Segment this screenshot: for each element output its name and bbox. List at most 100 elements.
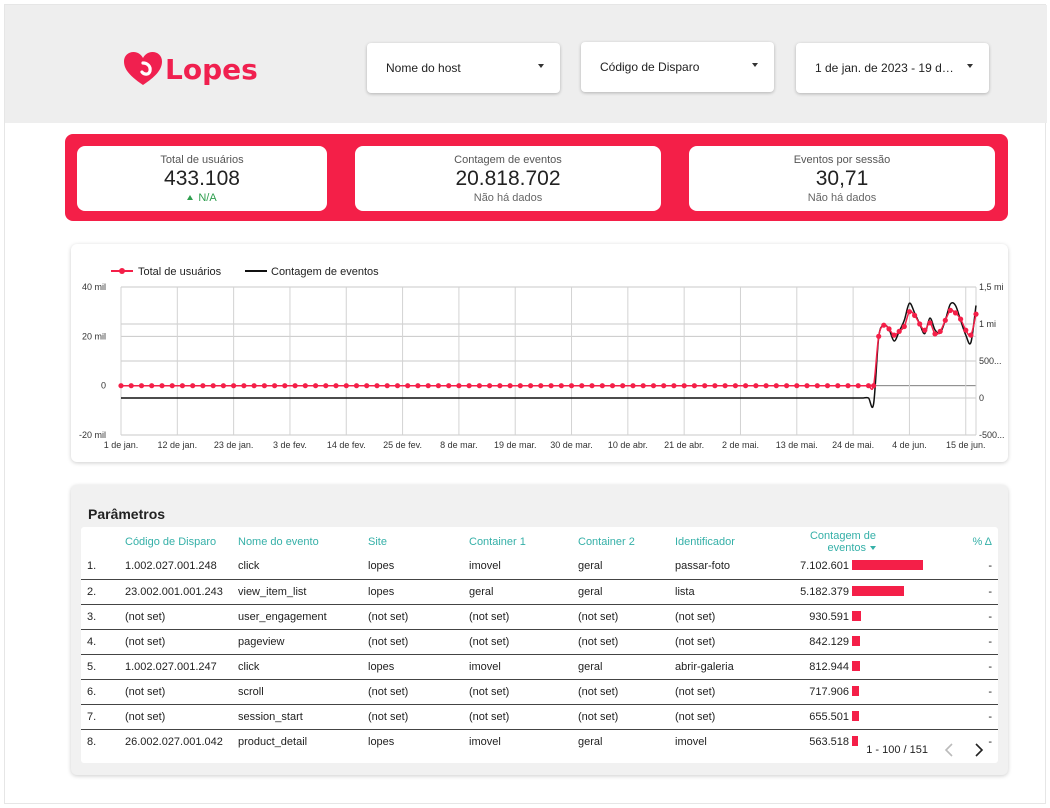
data-point-total-users [640, 383, 646, 389]
next-page-button[interactable] [970, 741, 988, 759]
cell-site: lopes [368, 579, 469, 605]
data-point-total-users [415, 383, 421, 389]
parameters-table: Código de Disparo Nome do evento Site Co… [81, 527, 999, 763]
data-point-total-users [497, 383, 503, 389]
x-tick-label: 25 de fev. [383, 440, 422, 450]
header-identifier[interactable]: Identificador [675, 527, 769, 554]
data-point-total-users [579, 383, 585, 389]
table-row[interactable]: 4. (not set) pageview (not set) (not set) (no… [81, 629, 999, 655]
x-tick-label: 23 de jan. [214, 440, 254, 450]
data-point-total-users [922, 327, 928, 333]
cell-container-1: imovel [469, 654, 578, 680]
table-row[interactable]: 1. 1.002.027.001.248 click lopes imovel geral… [81, 554, 999, 580]
trigger-code-filter-dropdown[interactable]: Código de Disparo [581, 42, 774, 92]
table-row[interactable]: 6. (not set) scroll (not set) (not set) (not … [81, 679, 999, 705]
cell-container-1: geral [469, 579, 578, 605]
row-index: 7. [81, 704, 125, 730]
data-point-total-users [824, 383, 831, 389]
table-row[interactable]: 7. (not set) session_start (not set) (not se… [81, 704, 999, 730]
x-tick-label: 15 de jun. [946, 440, 986, 450]
y-left-tick-label: 40 mil [82, 282, 106, 292]
time-series-chart-svg: 1 de jan. 12 de jan. 23 de jan. 3 de fev. 14… [79, 266, 1005, 450]
kpi-event-count: Contagem de eventos 20.818.702 Não há da… [355, 146, 661, 211]
table-row[interactable]: 3. (not set) user_engagement (not set) (not … [81, 604, 999, 630]
cell-container-2: (not set) [578, 629, 675, 655]
x-tick-label: 19 de mar. [494, 440, 537, 450]
cell-container-1: (not set) [469, 679, 578, 705]
data-point-total-users [661, 383, 667, 389]
cell-event-name: scroll [238, 679, 368, 705]
series-line-total-users [121, 309, 977, 391]
cell-site: (not set) [368, 629, 469, 655]
data-point-total-users [881, 322, 887, 328]
data-point-total-users [891, 332, 897, 338]
data-point-total-users [425, 383, 431, 389]
header-trigger-code[interactable]: Código de Disparo [125, 527, 238, 554]
data-point-total-users [128, 383, 134, 389]
host-filter-dropdown[interactable]: Nome do host [367, 43, 560, 93]
data-point-total-users [753, 383, 759, 389]
data-point-total-users [963, 327, 969, 333]
cell-identifier: passar-foto [675, 554, 769, 580]
event-count-bar [852, 585, 904, 596]
x-tick-label: 1 de jan. [104, 440, 139, 450]
parameters-table-card: Parâmetros Código de Disparo Nome do eve… [71, 485, 1008, 775]
table-row[interactable]: 8. 26.002.027.001.042 product_detail lopes i… [81, 729, 998, 754]
x-tick-label: 4 de jun. [892, 440, 927, 450]
cell-trigger-code: (not set) [125, 629, 238, 655]
chevron-left-icon [944, 743, 953, 757]
kpi-value: 30,71 [815, 167, 869, 190]
data-point-total-users [507, 383, 513, 389]
data-point-total-users [942, 317, 948, 323]
time-series-chart[interactable]: 1 de jan. 12 de jan. 23 de jan. 3 de fev. 14… [71, 244, 1008, 462]
data-point-total-users [973, 311, 979, 317]
data-point-total-users [405, 383, 411, 389]
cell-event-count: 7.102.601 [769, 554, 849, 580]
arrow-up-icon [187, 195, 194, 200]
data-point-total-users [589, 383, 595, 389]
data-point-total-users [446, 383, 452, 389]
data-point-total-users [456, 383, 462, 389]
bar-track [852, 610, 937, 621]
data-point-total-users [599, 383, 605, 389]
data-point-total-users [932, 331, 938, 337]
event-count-bar [852, 710, 859, 721]
cell-container-1: imovel [469, 735, 501, 748]
kpi-comparison-text: N/A [198, 192, 217, 204]
caret-down-icon [538, 64, 544, 68]
data-point-total-users [814, 383, 820, 389]
table-row[interactable]: 2. 23.002.001.001.243 view_item_list lopes g… [81, 579, 999, 605]
prev-page-button[interactable] [940, 741, 958, 759]
data-point-total-users [528, 383, 534, 389]
event-count-bar [852, 660, 861, 671]
date-range-picker[interactable]: 1 de jan. de 2023 - 19 de ... [796, 43, 989, 93]
x-tick-label: 2 de mai. [722, 440, 759, 450]
header-event-name[interactable]: Nome do evento [238, 527, 368, 554]
header-event-count[interactable]: Contagem de eventos [769, 527, 942, 554]
cell-identifier: imovel [675, 735, 707, 748]
data-point-total-users [313, 383, 319, 389]
bar-track [852, 660, 937, 671]
x-tick-label: 21 de abr. [664, 440, 704, 450]
x-tick-label: 12 de jan. [158, 440, 198, 450]
table-row[interactable]: 5. 1.002.027.001.247 click lopes imovel geral… [81, 654, 999, 680]
cell-event-name: product_detail [238, 735, 308, 748]
data-point-total-users [650, 383, 657, 389]
header-container-2[interactable]: Container 2 [578, 527, 675, 554]
data-point-total-users [722, 383, 728, 389]
header-site[interactable]: Site [368, 527, 469, 554]
kpi-total-users: Total de usuários 433.108 N/A [77, 146, 327, 211]
data-point-total-users [548, 383, 554, 389]
header-percent-change[interactable]: % Δ [942, 527, 998, 554]
data-point-total-users [901, 323, 907, 330]
y-left-tick-label: -20 mil [79, 430, 106, 440]
cell-trigger-code: (not set) [125, 679, 238, 705]
cell-percent-change: - [942, 579, 999, 605]
pagination-range: 1 - 100 / 151 [866, 744, 928, 756]
cell-container-1: (not set) [469, 704, 578, 730]
cell-container-2: geral [578, 579, 675, 605]
header-container-1[interactable]: Container 1 [469, 527, 578, 554]
kpi-value: 20.818.702 [455, 167, 561, 190]
data-point-total-users [292, 383, 298, 389]
kpi-comparison-text: Não há dados [473, 192, 543, 204]
